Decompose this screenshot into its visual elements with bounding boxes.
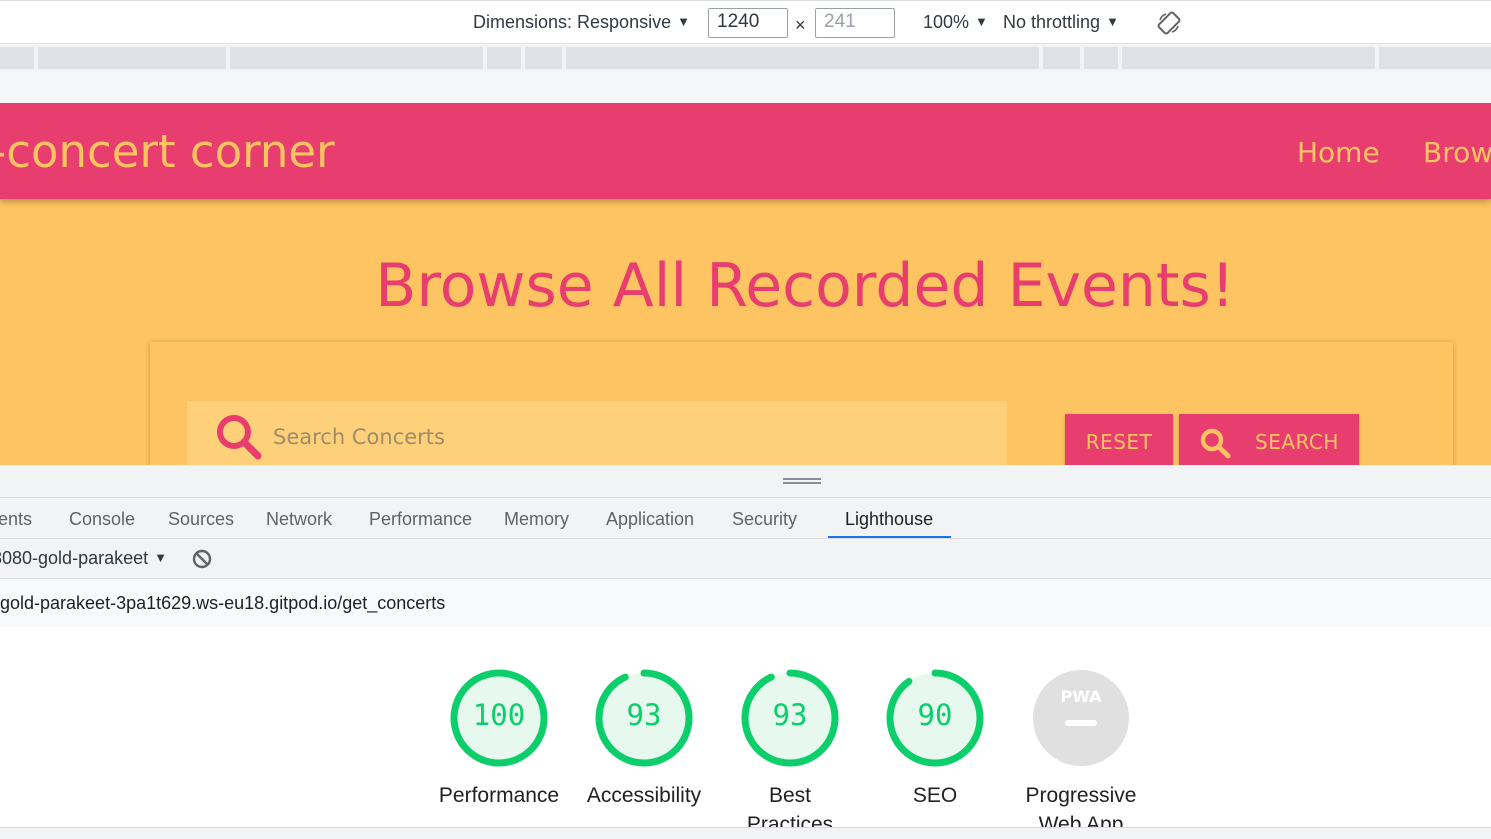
tab-console[interactable]: Console [69,509,135,530]
gauge-score: 100 [472,698,526,732]
search-input[interactable] [271,421,975,453]
caret-down-icon: ▼ [677,14,690,29]
zoom-dropdown[interactable]: 100% ▼ [923,12,988,33]
nav-link-browse[interactable]: Brow [1423,136,1491,169]
clear-icon[interactable] [192,549,212,569]
media-query-segment[interactable] [566,47,1039,69]
reset-button[interactable]: RESET [1065,414,1173,465]
media-query-segment[interactable] [38,47,226,69]
media-query-segment[interactable] [0,47,34,69]
report-select-dropdown[interactable]: 8080-gold-parakeet ▼ [0,548,167,569]
times-symbol: × [795,15,806,35]
toolbar-divider [0,71,1491,103]
lighthouse-toolbar: 8080-gold-parakeet ▼ [0,539,1491,579]
tab-application[interactable]: Application [606,509,694,530]
caret-down-icon: ▼ [975,14,988,29]
throttling-label: No throttling [1003,12,1101,32]
pwa-gauge-icon: PWA [1033,670,1129,766]
tab-security[interactable]: Security [732,509,797,530]
media-query-segment[interactable] [1084,47,1118,69]
drag-handle-icon[interactable] [783,478,821,484]
dimensions-dropdown[interactable]: Dimensions: Responsive ▼ [473,12,690,33]
page-viewport: -concert corner Home Brow Browse All Rec… [0,103,1491,465]
media-query-segment[interactable] [1122,47,1375,69]
gauge-score: 93 [626,698,662,732]
height-input[interactable]: 241 [815,8,895,38]
search-button-label: SEARCH [1255,430,1339,454]
search-button[interactable]: SEARCH [1179,414,1359,465]
bottom-scroll-bar [0,827,1491,839]
caret-down-icon: ▼ [1106,14,1119,29]
device-toolbar: Dimensions: Responsive ▼ 1240 × 241 100% ▼… [0,0,1491,44]
search-field[interactable] [187,401,1007,465]
report-url[interactable]: -gold-parakeet-3pa1t629.ws-eu18.gitpod.i… [0,593,445,614]
tab-performance[interactable]: Performance [369,509,472,530]
media-query-segment[interactable] [525,47,562,69]
tab-network[interactable]: Network [266,509,332,530]
throttling-dropdown[interactable]: No throttling ▼ [1003,12,1119,33]
media-query-segment[interactable] [487,47,521,69]
media-query-segment[interactable] [1043,47,1080,69]
media-query-segment[interactable] [1379,47,1491,69]
site-brand[interactable]: -concert corner [0,125,335,178]
media-query-bar [0,44,1491,71]
gauge-score: 90 [917,698,953,732]
media-query-segment[interactable] [230,47,483,69]
search-icon [1200,428,1231,459]
gauge-label: Accessibility [586,784,702,807]
tab-elements[interactable]: ents [0,509,32,530]
search-icon [217,415,262,460]
tab-sources[interactable]: Sources [168,509,234,530]
gauge-score: 93 [772,698,808,732]
nav-link-home[interactable]: Home [1297,136,1380,169]
devtools-tab-strip: ents Console Sources Network Performance… [0,497,1491,539]
tab-memory[interactable]: Memory [504,509,569,530]
width-input[interactable]: 1240 [708,8,788,38]
tab-lighthouse[interactable]: Lighthouse [845,509,933,530]
rotate-icon[interactable] [1157,11,1181,35]
devtools-panel: ents Console Sources Network Performance… [0,465,1491,839]
dimensions-label: Dimensions: Responsive [473,12,672,32]
search-card: RESET SEARCH [150,342,1453,465]
active-tab-indicator [828,536,951,538]
report-url-bar: -gold-parakeet-3pa1t629.ws-eu18.gitpod.i… [0,579,1491,627]
zoom-label: 100% [923,12,970,32]
devtools-resize-bar[interactable] [0,465,1491,497]
caret-down-icon: ▼ [154,550,167,565]
pwa-badge-text: PWA [1060,687,1102,706]
page-heading: Browse All Recorded Events! [375,251,1235,321]
report-select-label: 8080-gold-parakeet [0,548,149,568]
site-navbar: -concert corner Home Brow [0,103,1491,199]
